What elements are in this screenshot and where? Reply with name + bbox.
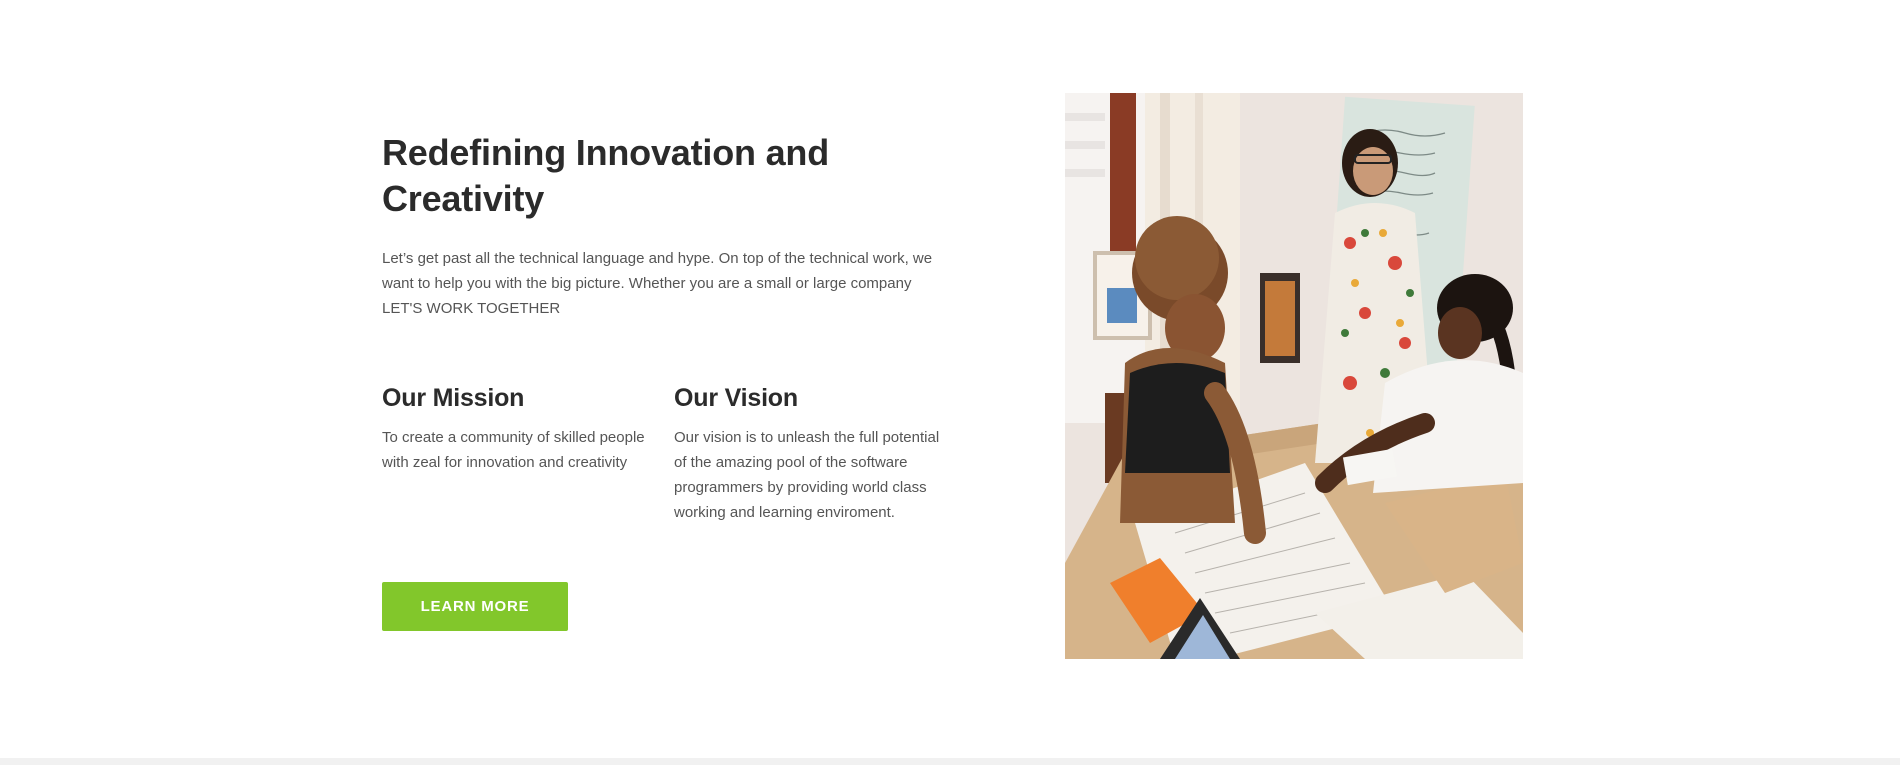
mission-text: To create a community of skilled people …	[382, 429, 645, 471]
mission-vision-columns: Our Mission To create a community of ski…	[382, 383, 962, 525]
section-heading: Redefining Innovation and Creativity	[382, 132, 829, 219]
intro-line: LET'S WORK TOGETHER	[382, 300, 561, 317]
about-content: Redefining Innovation and Creativity Let…	[382, 130, 962, 525]
mission-title: Our Mission	[382, 384, 525, 412]
learn-more-button[interactable]: LEARN MORE	[382, 582, 568, 631]
section-divider	[0, 758, 1900, 765]
about-section: Redefining Innovation and Creativity Let…	[0, 0, 1900, 758]
vision-title: Our Vision	[674, 384, 798, 412]
intro-line: Let’s get past all the technical languag…	[382, 250, 933, 267]
vision-text: Our vision is to unleash the full potent…	[674, 429, 940, 521]
intro-paragraph: Let’s get past all the technical languag…	[382, 246, 942, 321]
team-meeting-photo	[1065, 93, 1523, 659]
vision-block: Our Vision Our vision is to unleash the …	[674, 383, 944, 525]
mission-block: Our Mission To create a community of ski…	[382, 383, 652, 525]
intro-line: want to help you with the big picture. W…	[382, 275, 912, 292]
